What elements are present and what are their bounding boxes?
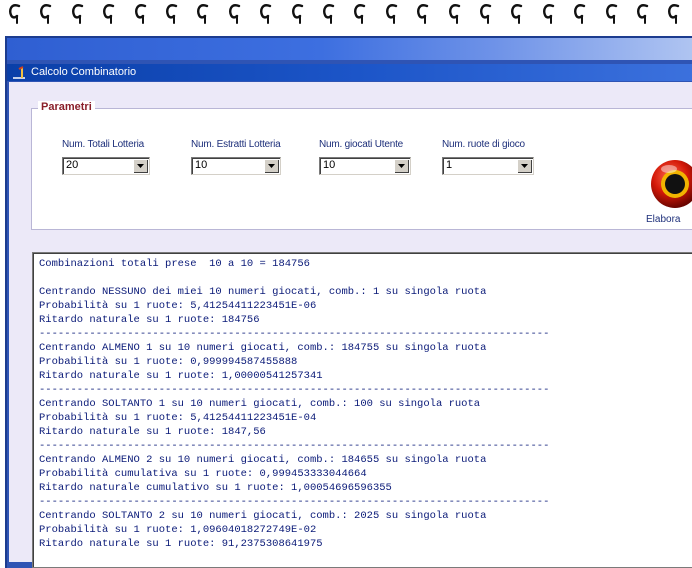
app-window: Calcolo Combinatorio Parametri Num. Tota… xyxy=(5,36,692,568)
result-line: Ritardo naturale su 1 ruote: 1,000005412… xyxy=(39,370,323,382)
field-extracted-numbers: Num. Estratti Lotteria 10 xyxy=(191,139,281,175)
binding-ring-icon xyxy=(8,2,22,24)
window-top-band xyxy=(7,38,692,60)
window-title: Calcolo Combinatorio xyxy=(31,66,137,78)
binding-ring-icon xyxy=(353,2,367,24)
results-textarea[interactable]: Combinazioni totali prese 10 a 10 = 1847… xyxy=(32,252,692,568)
result-line: Ritardo naturale su 1 ruote: 184756 xyxy=(39,314,260,326)
binding-ring-icon xyxy=(134,2,148,24)
result-line: Ritardo naturale su 1 ruote: 1847,56 xyxy=(39,426,266,438)
result-line: Ritardo naturale su 1 ruote: 91,23753086… xyxy=(39,538,323,550)
results-lines: Combinazioni totali prese 10 a 10 = 1847… xyxy=(39,257,549,551)
field-label: Num. Estratti Lotteria xyxy=(191,139,281,150)
result-line: ----------------------------------------… xyxy=(39,440,550,452)
elabora-button[interactable]: Elabora xyxy=(646,157,692,225)
binding-ring-icon xyxy=(605,2,619,24)
parameters-legend: Parametri xyxy=(38,101,95,113)
binding-ring-icon xyxy=(39,2,53,24)
result-line: Ritardo naturale cumulativo su 1 ruote: … xyxy=(39,482,392,494)
parameters-group: Parametri Num. Totali Lotteria 20 Num. E… xyxy=(31,101,692,230)
chevron-down-icon[interactable] xyxy=(133,159,148,173)
chevron-down-icon[interactable] xyxy=(394,159,409,173)
select-value: 10 xyxy=(323,159,336,171)
result-line: Centrando ALMENO 2 su 10 numeri giocati,… xyxy=(39,454,487,466)
result-line: Centrando ALMENO 1 su 10 numeri giocati,… xyxy=(39,342,487,354)
field-label: Num. Totali Lotteria xyxy=(62,139,144,150)
binding-ring-icon xyxy=(510,2,524,24)
run-orb-icon xyxy=(651,160,692,208)
binding-ring-icon xyxy=(259,2,273,24)
user-numbers-select[interactable]: 10 xyxy=(319,157,411,175)
result-line: Probabilità cumulativa su 1 ruote: 0,999… xyxy=(39,468,367,480)
binding-ring-icon xyxy=(667,2,681,24)
result-line: Probabilità su 1 ruote: 0,99999458745588… xyxy=(39,356,298,368)
extracted-numbers-select[interactable]: 10 xyxy=(191,157,281,175)
select-value: 1 xyxy=(446,159,453,171)
binding-ring-icon xyxy=(102,2,116,24)
binding-ring-icon xyxy=(573,2,587,24)
field-wheels: Num. ruote di gioco 1 xyxy=(442,139,534,175)
title-bar[interactable]: Calcolo Combinatorio xyxy=(7,64,692,81)
client-area: Parametri Num. Totali Lotteria 20 Num. E… xyxy=(9,82,692,568)
binding-ring-icon xyxy=(636,2,650,24)
result-line: Probabilità su 1 ruote: 5,41254411223451… xyxy=(39,300,317,312)
field-label: Num. ruote di gioco xyxy=(442,139,525,150)
field-user-numbers: Num. giocati Utente 10 xyxy=(319,139,411,175)
result-line: Centrando NESSUNO dei miei 10 numeri gio… xyxy=(39,286,487,298)
total-numbers-select[interactable]: 20 xyxy=(62,157,150,175)
binding-ring-icon xyxy=(416,2,430,24)
result-line xyxy=(39,271,549,285)
result-line: Centrando SOLTANTO 2 su 10 numeri giocat… xyxy=(39,510,487,522)
result-line: Combinazioni totali prese 10 a 10 = 1847… xyxy=(39,258,310,270)
app-icon xyxy=(11,66,27,79)
select-value: 10 xyxy=(195,159,208,171)
result-line: ----------------------------------------… xyxy=(39,328,550,340)
result-line: Probabilità su 1 ruote: 5,41254411223451… xyxy=(39,412,317,424)
binding-ring-icon xyxy=(385,2,399,24)
field-label: Num. giocati Utente xyxy=(319,139,404,150)
binding-ring-icon xyxy=(448,2,462,24)
chevron-down-icon[interactable] xyxy=(264,159,279,173)
result-line: Probabilità su 1 ruote: 1,09604018272749… xyxy=(39,524,317,536)
binding-ring-icon xyxy=(196,2,210,24)
binding-ring-icon xyxy=(479,2,493,24)
select-value: 20 xyxy=(66,159,79,171)
field-total-numbers: Num. Totali Lotteria 20 xyxy=(62,139,150,175)
binding-ring-icon xyxy=(71,2,85,24)
binding-ring-icon xyxy=(542,2,556,24)
binding-ring-icon xyxy=(291,2,305,24)
result-line: ----------------------------------------… xyxy=(39,384,550,396)
result-line: Centrando SOLTANTO 1 su 10 numeri giocat… xyxy=(39,398,481,410)
result-line: ----------------------------------------… xyxy=(39,496,550,508)
binding-ring-icon xyxy=(228,2,242,24)
spiral-binding xyxy=(0,0,692,30)
elabora-label: Elabora xyxy=(646,214,681,225)
binding-ring-icon xyxy=(165,2,179,24)
wheels-select[interactable]: 1 xyxy=(442,157,534,175)
chevron-down-icon[interactable] xyxy=(517,159,532,173)
binding-ring-icon xyxy=(322,2,336,24)
